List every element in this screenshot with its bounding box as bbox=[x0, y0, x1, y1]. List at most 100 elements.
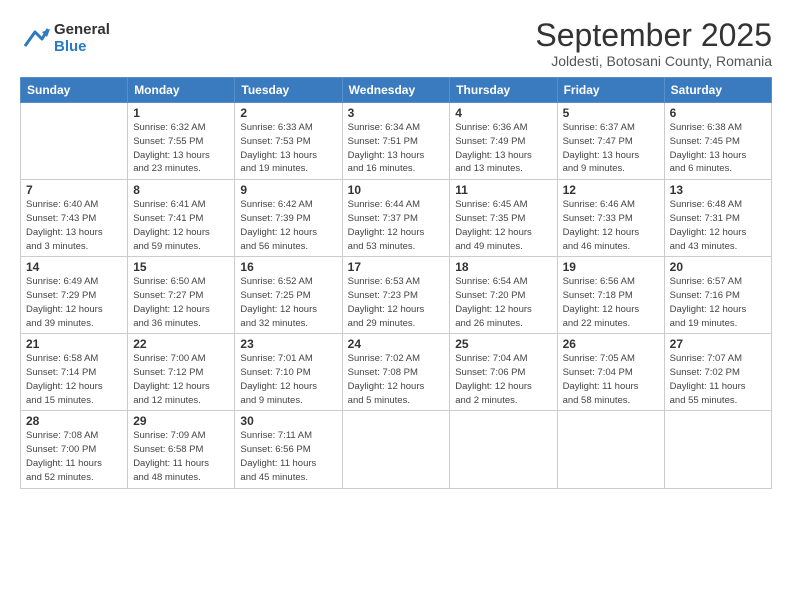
day-number: 16 bbox=[240, 260, 336, 274]
calendar-week-row: 28Sunrise: 7:08 AMSunset: 7:00 PMDayligh… bbox=[21, 411, 772, 488]
header: General Blue September 2025 Joldesti, Bo… bbox=[20, 18, 772, 69]
day-info: Sunrise: 7:07 AMSunset: 7:02 PMDaylight:… bbox=[670, 352, 766, 407]
calendar-header-row: SundayMondayTuesdayWednesdayThursdayFrid… bbox=[21, 78, 772, 103]
day-info: Sunrise: 6:34 AMSunset: 7:51 PMDaylight:… bbox=[348, 121, 445, 176]
day-number: 8 bbox=[133, 183, 229, 197]
calendar-cell: 1Sunrise: 6:32 AMSunset: 7:55 PMDaylight… bbox=[128, 103, 235, 180]
day-number: 25 bbox=[455, 337, 551, 351]
day-info: Sunrise: 7:11 AMSunset: 6:56 PMDaylight:… bbox=[240, 429, 336, 484]
day-info: Sunrise: 7:02 AMSunset: 7:08 PMDaylight:… bbox=[348, 352, 445, 407]
day-info: Sunrise: 6:56 AMSunset: 7:18 PMDaylight:… bbox=[563, 275, 659, 330]
day-number: 14 bbox=[26, 260, 122, 274]
day-info: Sunrise: 6:53 AMSunset: 7:23 PMDaylight:… bbox=[348, 275, 445, 330]
calendar-cell: 28Sunrise: 7:08 AMSunset: 7:00 PMDayligh… bbox=[21, 411, 128, 488]
day-info: Sunrise: 7:04 AMSunset: 7:06 PMDaylight:… bbox=[455, 352, 551, 407]
calendar-cell: 8Sunrise: 6:41 AMSunset: 7:41 PMDaylight… bbox=[128, 180, 235, 257]
day-info: Sunrise: 7:09 AMSunset: 6:58 PMDaylight:… bbox=[133, 429, 229, 484]
calendar-cell: 20Sunrise: 6:57 AMSunset: 7:16 PMDayligh… bbox=[664, 257, 771, 334]
day-info: Sunrise: 6:37 AMSunset: 7:47 PMDaylight:… bbox=[563, 121, 659, 176]
logo: General Blue bbox=[20, 22, 110, 55]
day-info: Sunrise: 6:42 AMSunset: 7:39 PMDaylight:… bbox=[240, 198, 336, 253]
day-info: Sunrise: 6:46 AMSunset: 7:33 PMDaylight:… bbox=[563, 198, 659, 253]
day-of-week-header: Friday bbox=[557, 78, 664, 103]
calendar-cell: 26Sunrise: 7:05 AMSunset: 7:04 PMDayligh… bbox=[557, 334, 664, 411]
day-number: 5 bbox=[563, 106, 659, 120]
calendar-cell: 13Sunrise: 6:48 AMSunset: 7:31 PMDayligh… bbox=[664, 180, 771, 257]
day-number: 2 bbox=[240, 106, 336, 120]
logo-blue-label: Blue bbox=[54, 39, 110, 56]
calendar-cell: 4Sunrise: 6:36 AMSunset: 7:49 PMDaylight… bbox=[450, 103, 557, 180]
calendar-cell: 17Sunrise: 6:53 AMSunset: 7:23 PMDayligh… bbox=[342, 257, 450, 334]
day-of-week-header: Monday bbox=[128, 78, 235, 103]
day-info: Sunrise: 6:36 AMSunset: 7:49 PMDaylight:… bbox=[455, 121, 551, 176]
day-number: 17 bbox=[348, 260, 445, 274]
calendar-table: SundayMondayTuesdayWednesdayThursdayFrid… bbox=[20, 77, 772, 488]
day-number: 10 bbox=[348, 183, 445, 197]
day-info: Sunrise: 6:32 AMSunset: 7:55 PMDaylight:… bbox=[133, 121, 229, 176]
day-number: 4 bbox=[455, 106, 551, 120]
calendar-cell: 7Sunrise: 6:40 AMSunset: 7:43 PMDaylight… bbox=[21, 180, 128, 257]
day-number: 29 bbox=[133, 414, 229, 428]
calendar-cell: 29Sunrise: 7:09 AMSunset: 6:58 PMDayligh… bbox=[128, 411, 235, 488]
logo-general-label: General bbox=[54, 22, 110, 39]
title-block: September 2025 Joldesti, Botosani County… bbox=[535, 18, 772, 69]
calendar-cell: 27Sunrise: 7:07 AMSunset: 7:02 PMDayligh… bbox=[664, 334, 771, 411]
day-info: Sunrise: 6:38 AMSunset: 7:45 PMDaylight:… bbox=[670, 121, 766, 176]
calendar-cell: 21Sunrise: 6:58 AMSunset: 7:14 PMDayligh… bbox=[21, 334, 128, 411]
calendar-week-row: 7Sunrise: 6:40 AMSunset: 7:43 PMDaylight… bbox=[21, 180, 772, 257]
day-number: 22 bbox=[133, 337, 229, 351]
day-info: Sunrise: 6:41 AMSunset: 7:41 PMDaylight:… bbox=[133, 198, 229, 253]
day-of-week-header: Wednesday bbox=[342, 78, 450, 103]
day-info: Sunrise: 6:57 AMSunset: 7:16 PMDaylight:… bbox=[670, 275, 766, 330]
month-title: September 2025 bbox=[535, 18, 772, 53]
calendar-cell: 15Sunrise: 6:50 AMSunset: 7:27 PMDayligh… bbox=[128, 257, 235, 334]
calendar-cell: 2Sunrise: 6:33 AMSunset: 7:53 PMDaylight… bbox=[235, 103, 342, 180]
page: General Blue September 2025 Joldesti, Bo… bbox=[0, 0, 792, 612]
calendar-cell: 10Sunrise: 6:44 AMSunset: 7:37 PMDayligh… bbox=[342, 180, 450, 257]
calendar-cell: 25Sunrise: 7:04 AMSunset: 7:06 PMDayligh… bbox=[450, 334, 557, 411]
day-info: Sunrise: 6:45 AMSunset: 7:35 PMDaylight:… bbox=[455, 198, 551, 253]
day-info: Sunrise: 6:52 AMSunset: 7:25 PMDaylight:… bbox=[240, 275, 336, 330]
calendar-cell: 9Sunrise: 6:42 AMSunset: 7:39 PMDaylight… bbox=[235, 180, 342, 257]
day-info: Sunrise: 6:40 AMSunset: 7:43 PMDaylight:… bbox=[26, 198, 122, 253]
logo-text: General Blue bbox=[54, 22, 110, 55]
day-info: Sunrise: 7:08 AMSunset: 7:00 PMDaylight:… bbox=[26, 429, 122, 484]
calendar-cell: 23Sunrise: 7:01 AMSunset: 7:10 PMDayligh… bbox=[235, 334, 342, 411]
day-info: Sunrise: 6:58 AMSunset: 7:14 PMDaylight:… bbox=[26, 352, 122, 407]
calendar-cell bbox=[450, 411, 557, 488]
day-number: 30 bbox=[240, 414, 336, 428]
day-number: 1 bbox=[133, 106, 229, 120]
calendar-cell: 6Sunrise: 6:38 AMSunset: 7:45 PMDaylight… bbox=[664, 103, 771, 180]
calendar-cell: 12Sunrise: 6:46 AMSunset: 7:33 PMDayligh… bbox=[557, 180, 664, 257]
day-of-week-header: Sunday bbox=[21, 78, 128, 103]
logo-icon bbox=[20, 24, 50, 54]
day-number: 26 bbox=[563, 337, 659, 351]
day-info: Sunrise: 7:00 AMSunset: 7:12 PMDaylight:… bbox=[133, 352, 229, 407]
day-number: 20 bbox=[670, 260, 766, 274]
calendar-cell: 11Sunrise: 6:45 AMSunset: 7:35 PMDayligh… bbox=[450, 180, 557, 257]
day-info: Sunrise: 6:44 AMSunset: 7:37 PMDaylight:… bbox=[348, 198, 445, 253]
day-info: Sunrise: 6:50 AMSunset: 7:27 PMDaylight:… bbox=[133, 275, 229, 330]
calendar-cell bbox=[664, 411, 771, 488]
day-number: 21 bbox=[26, 337, 122, 351]
calendar-cell: 19Sunrise: 6:56 AMSunset: 7:18 PMDayligh… bbox=[557, 257, 664, 334]
day-number: 7 bbox=[26, 183, 122, 197]
calendar-cell bbox=[342, 411, 450, 488]
day-number: 3 bbox=[348, 106, 445, 120]
day-number: 12 bbox=[563, 183, 659, 197]
day-number: 28 bbox=[26, 414, 122, 428]
calendar-cell: 30Sunrise: 7:11 AMSunset: 6:56 PMDayligh… bbox=[235, 411, 342, 488]
day-number: 23 bbox=[240, 337, 336, 351]
subtitle: Joldesti, Botosani County, Romania bbox=[535, 53, 772, 69]
day-number: 18 bbox=[455, 260, 551, 274]
day-info: Sunrise: 7:05 AMSunset: 7:04 PMDaylight:… bbox=[563, 352, 659, 407]
calendar-cell: 16Sunrise: 6:52 AMSunset: 7:25 PMDayligh… bbox=[235, 257, 342, 334]
calendar-cell: 3Sunrise: 6:34 AMSunset: 7:51 PMDaylight… bbox=[342, 103, 450, 180]
day-info: Sunrise: 6:49 AMSunset: 7:29 PMDaylight:… bbox=[26, 275, 122, 330]
day-number: 6 bbox=[670, 106, 766, 120]
day-of-week-header: Thursday bbox=[450, 78, 557, 103]
day-number: 27 bbox=[670, 337, 766, 351]
calendar-week-row: 1Sunrise: 6:32 AMSunset: 7:55 PMDaylight… bbox=[21, 103, 772, 180]
day-info: Sunrise: 6:33 AMSunset: 7:53 PMDaylight:… bbox=[240, 121, 336, 176]
calendar-cell: 24Sunrise: 7:02 AMSunset: 7:08 PMDayligh… bbox=[342, 334, 450, 411]
